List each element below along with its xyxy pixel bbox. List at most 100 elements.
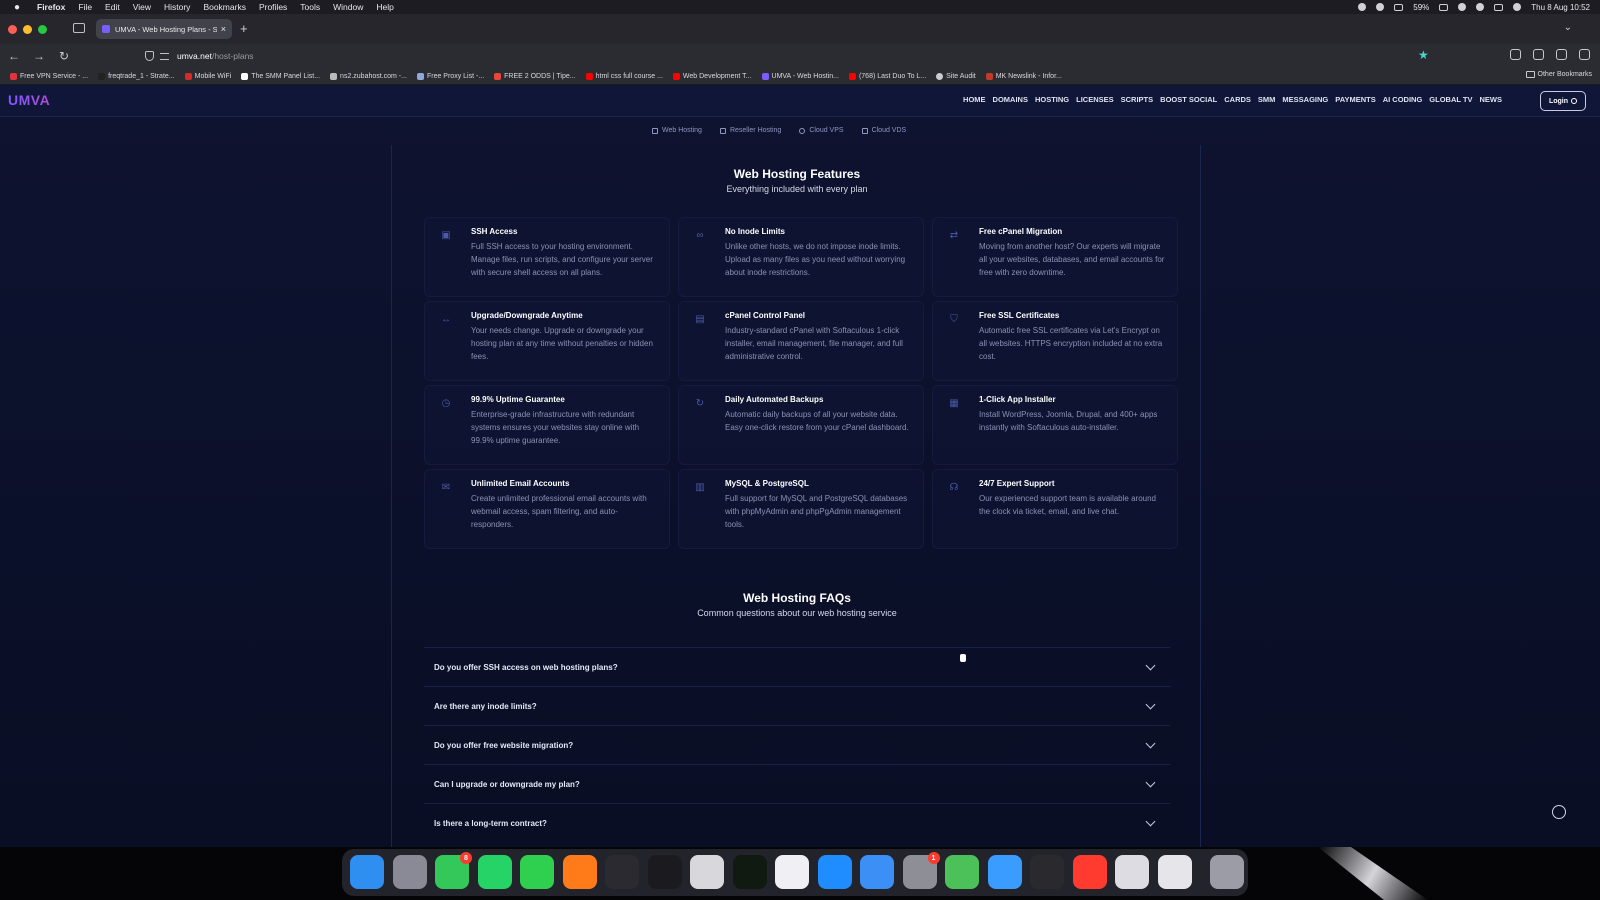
- close-tab-icon[interactable]: ×: [221, 24, 226, 34]
- nav-news[interactable]: NEWS: [1480, 95, 1503, 104]
- subtab-cloud-vps[interactable]: Cloud VPS: [799, 127, 844, 134]
- bookmark-item[interactable]: UMVA - Web Hostin...: [761, 72, 839, 80]
- piano-icon[interactable]: [1030, 855, 1064, 889]
- bookmark-item[interactable]: (768) Last Duo To L...: [848, 72, 926, 80]
- control-center-icon[interactable]: [1494, 3, 1504, 11]
- app-store-icon[interactable]: [817, 855, 852, 889]
- blank-app-2-icon[interactable]: [1157, 855, 1192, 889]
- bookmark-star-icon[interactable]: ★: [1418, 49, 1430, 61]
- creative-cloud-icon[interactable]: [1376, 3, 1385, 11]
- menu-history[interactable]: History: [164, 2, 190, 12]
- faq-item[interactable]: Are there any inode limits?: [424, 686, 1170, 725]
- subtab-web-hosting[interactable]: Web Hosting: [652, 127, 702, 134]
- launchpad-icon[interactable]: [392, 855, 427, 889]
- nav-ai-coding[interactable]: AI CODING: [1383, 95, 1423, 104]
- firefox-icon[interactable]: [562, 855, 597, 889]
- whatsapp-icon[interactable]: [477, 855, 512, 889]
- mail-app-icon[interactable]: [987, 855, 1022, 889]
- tracking-protection-icon[interactable]: [145, 51, 154, 61]
- nav-hosting[interactable]: HOSTING: [1035, 95, 1069, 104]
- subtab-reseller-hosting[interactable]: Reseller Hosting: [719, 127, 781, 134]
- facetime-icon[interactable]: [520, 855, 554, 889]
- system-settings-icon[interactable]: 1: [902, 852, 940, 889]
- nav-boost-social[interactable]: BOOST SOCIAL: [1160, 95, 1217, 104]
- battery-icon[interactable]: [1439, 3, 1449, 11]
- minimize-window-button[interactable]: [23, 25, 32, 34]
- forward-arrow-icon[interactable]: →: [28, 49, 50, 63]
- site-logo[interactable]: UMVA: [8, 92, 50, 108]
- activity-icon[interactable]: [732, 855, 767, 889]
- finder-icon[interactable]: [350, 855, 384, 889]
- textedit-icon[interactable]: [690, 855, 724, 889]
- back-arrow-icon[interactable]: ←: [3, 49, 25, 63]
- nav-global-tv[interactable]: GLOBAL TV: [1429, 95, 1472, 104]
- bookmark-item[interactable]: Web Development T...: [672, 72, 752, 80]
- menu-bookmarks[interactable]: Bookmarks: [203, 2, 246, 12]
- nav-messaging[interactable]: MESSAGING: [1282, 95, 1328, 104]
- address-bar[interactable]: umva.net /host-plans: [145, 47, 1425, 65]
- nav-licenses[interactable]: LICENSES: [1076, 95, 1114, 104]
- nav-home[interactable]: HOME: [963, 95, 986, 104]
- wifi-icon[interactable]: [1458, 3, 1467, 11]
- bookmark-item[interactable]: Site Audit: [936, 72, 976, 80]
- faq-item[interactable]: Can I upgrade or downgrade my plan?: [424, 764, 1170, 803]
- reload-icon[interactable]: ↻: [53, 49, 75, 63]
- close-window-button[interactable]: [8, 25, 17, 34]
- chatgpt-icon[interactable]: [605, 855, 639, 889]
- bookmark-item[interactable]: freqtrade_1 - Strate...: [98, 72, 175, 80]
- bookmark-item[interactable]: The SMM Panel List...: [241, 72, 320, 80]
- xcode-icon[interactable]: [860, 855, 894, 889]
- apple-icon[interactable]: ●: [10, 2, 24, 13]
- bookmark-item[interactable]: ns2.zubahost.com -...: [330, 72, 407, 80]
- bookmark-item[interactable]: html css full course ...: [585, 72, 663, 80]
- menu-window[interactable]: Window: [333, 2, 363, 12]
- spotlight-search-icon[interactable]: [1476, 3, 1485, 11]
- menu-view[interactable]: View: [133, 2, 151, 12]
- zoom-window-button[interactable]: [38, 25, 47, 34]
- bookmark-favicon-icon: [985, 72, 993, 80]
- extensions-icon[interactable]: [1533, 49, 1544, 60]
- siri-icon[interactable]: [1513, 3, 1522, 11]
- support-widget-icon[interactable]: [1552, 805, 1566, 819]
- menu-file[interactable]: File: [78, 2, 92, 12]
- bookmark-item[interactable]: FREE 2 ODDS | Tipe...: [494, 72, 576, 80]
- nav-payments[interactable]: PAYMENTS: [1335, 95, 1375, 104]
- tab-overview-icon[interactable]: [73, 23, 85, 33]
- list-all-tabs-icon[interactable]: ⌄: [1564, 22, 1572, 33]
- hamburger-menu-icon[interactable]: [1579, 49, 1590, 60]
- shield-extension-icon[interactable]: [1556, 49, 1567, 60]
- login-button[interactable]: Login: [1540, 91, 1586, 111]
- menu-help[interactable]: Help: [376, 2, 393, 12]
- trash-icon[interactable]: [1210, 855, 1244, 889]
- messages-icon[interactable]: 8: [435, 852, 472, 889]
- media-player-icon[interactable]: [1072, 855, 1107, 889]
- unity-icon[interactable]: [775, 855, 809, 889]
- menu-tools[interactable]: Tools: [300, 2, 320, 12]
- menu-edit[interactable]: Edit: [105, 2, 120, 12]
- volume-icon[interactable]: [1394, 3, 1404, 11]
- faq-item[interactable]: Do you offer free website migration?: [424, 725, 1170, 764]
- account-icon[interactable]: [1510, 49, 1521, 60]
- terminal-icon[interactable]: [647, 855, 682, 889]
- subtab-cloud-vds[interactable]: Cloud VDS: [861, 127, 906, 134]
- menubar-clock[interactable]: Thu 8 Aug 10:52: [1531, 3, 1590, 12]
- browser-tab-active[interactable]: UMVA - Web Hosting Plans - S ×: [96, 19, 232, 39]
- bookmark-item[interactable]: Free VPN Service - ...: [10, 72, 88, 80]
- menu-profiles[interactable]: Profiles: [259, 2, 287, 12]
- bookmark-item[interactable]: Mobile WiFi: [184, 72, 231, 80]
- new-tab-button[interactable]: +: [240, 21, 248, 36]
- faq-item[interactable]: Do you offer SSH access on web hosting p…: [424, 647, 1170, 686]
- parrot-icon[interactable]: [945, 855, 979, 889]
- bookmark-item[interactable]: MK Newslink - Infor...: [985, 72, 1062, 80]
- nav-smm[interactable]: SMM: [1258, 95, 1276, 104]
- site-permissions-icon[interactable]: [160, 52, 169, 60]
- nav-domains[interactable]: DOMAINS: [993, 95, 1028, 104]
- other-bookmarks[interactable]: Other Bookmarks: [1525, 71, 1592, 78]
- record-icon[interactable]: [1358, 3, 1367, 11]
- menu-app-name[interactable]: Firefox: [37, 2, 65, 12]
- nav-cards[interactable]: CARDS: [1224, 95, 1251, 104]
- bookmark-item[interactable]: Free Proxy List -...: [416, 72, 484, 80]
- faq-item[interactable]: Is there a long-term contract?: [424, 803, 1170, 842]
- nav-scripts[interactable]: SCRIPTS: [1121, 95, 1154, 104]
- blank-app-icon[interactable]: [1115, 855, 1149, 889]
